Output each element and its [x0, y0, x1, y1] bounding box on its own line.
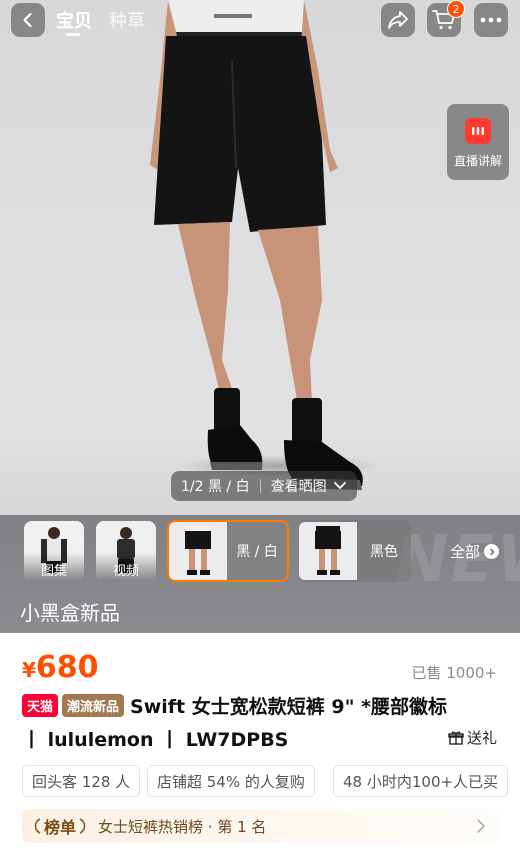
live-icon	[465, 118, 491, 144]
laurel-right-icon	[79, 818, 86, 834]
price-currency: ¥	[22, 658, 36, 682]
ranking-text: 女士短裤热销榜 · 第 1 名	[98, 817, 267, 836]
share-icon	[388, 11, 408, 29]
more-button[interactable]	[474, 3, 508, 37]
trend-new-tag: 潮流新品	[62, 693, 125, 717]
back-icon	[23, 12, 32, 28]
variant-black-image	[299, 522, 357, 580]
price: ¥ 680	[22, 650, 99, 685]
all-variants-button[interactable]: 全部	[450, 541, 500, 562]
cart-count-badge: 2	[447, 0, 465, 18]
product-title-line1: Swift 女士宽松款短裤 9" *腰部徽标	[130, 695, 448, 718]
ranking-badge-label: 榜单	[44, 818, 77, 837]
variant-black-white-image	[169, 522, 227, 580]
live-explain-button[interactable]: 直播讲解	[447, 104, 509, 180]
price-amount: 680	[35, 650, 99, 685]
product-title-row: 天猫 潮流新品 Swift 女士宽松款短裤 9" *腰部徽标	[22, 692, 520, 718]
variant-black-label: 黑色	[370, 544, 398, 560]
chip-repurchase-rate: 店铺超 54% 的人复购	[147, 765, 315, 797]
variant-black-white-label: 黑 / 白	[236, 544, 278, 560]
model-photo	[150, 0, 363, 490]
sold-count: 已售 1000+	[411, 664, 497, 682]
product-hero-image[interactable]	[0, 0, 520, 515]
all-variants-label: 全部	[450, 543, 481, 561]
thumb-video[interactable]: 视频	[96, 521, 156, 581]
promo-banner-text: 小黑盒新品	[20, 601, 120, 625]
live-label: 直播讲解	[453, 154, 502, 168]
ranking-badge: 榜单	[32, 814, 88, 838]
more-icon	[480, 17, 502, 23]
share-button[interactable]	[381, 3, 415, 37]
gift-button[interactable]: 送礼	[448, 727, 497, 748]
ranking-bar[interactable]: 榜单 女士短裤热销榜 · 第 1 名	[22, 809, 498, 843]
active-tab-indicator	[66, 33, 80, 36]
thumb-gallery-label: 图集	[24, 552, 84, 581]
cart-button[interactable]: 2	[427, 0, 465, 37]
image-counter[interactable]: 1/2 黑 / 白 查看晒图	[171, 471, 357, 501]
laurel-left-icon	[34, 818, 41, 834]
tab-seeding[interactable]: 种草	[109, 7, 145, 33]
gift-icon	[448, 731, 464, 745]
tab-product[interactable]: 宝贝	[56, 7, 92, 33]
thumb-video-label: 视频	[96, 552, 156, 581]
shop-stat-chips: 回头客 128 人 店铺超 54% 的人复购 48 小时内100+人已买	[22, 765, 520, 797]
thumb-gallery[interactable]: 图集	[24, 521, 84, 581]
gift-label: 送礼	[466, 729, 497, 747]
chip-recent-buyers: 48 小时内100+人已买	[333, 765, 509, 797]
variant-black-white[interactable]: 黑 / 白	[167, 520, 289, 582]
back-button[interactable]	[11, 3, 45, 37]
product-title-line2: 丨 lululemon 丨 LW7DPBS	[22, 729, 289, 751]
chevron-right-icon	[477, 819, 486, 833]
sku-thumbnail-strip: NEW 图集 视频	[0, 515, 520, 633]
counter-divider	[259, 479, 261, 493]
view-reviews-link[interactable]: 查看晒图	[271, 476, 327, 496]
tmall-tag: 天猫	[22, 693, 59, 717]
chip-repeat-customers: 回头客 128 人	[22, 765, 141, 797]
chevron-down-icon	[333, 482, 346, 490]
variant-black[interactable]: 黑色	[299, 520, 411, 582]
chevron-right-circle-icon	[484, 544, 500, 559]
image-index: 1/2 黑 / 白	[181, 479, 250, 495]
